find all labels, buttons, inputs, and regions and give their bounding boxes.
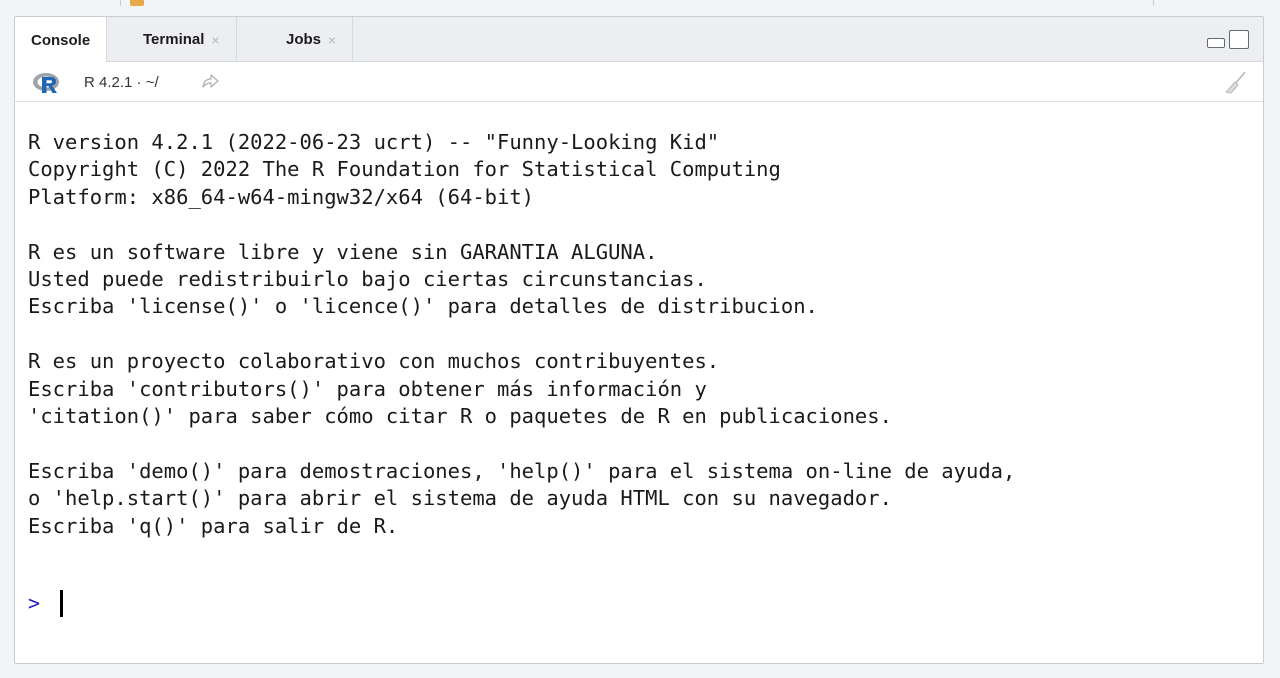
maximize-icon[interactable] (1229, 30, 1249, 49)
console-line: Platform: x86_64-w64-mingw32/x64 (64-bit… (28, 184, 535, 209)
console-line: Escriba 'q()' para salir de R. (28, 513, 399, 538)
tab-jobs[interactable]: Jobs × (270, 17, 354, 62)
pane-divider (120, 0, 121, 6)
close-icon[interactable]: × (328, 32, 336, 48)
tab-console-label: Console (31, 31, 91, 49)
tab-console[interactable]: Console (15, 17, 108, 63)
go-to-directory-icon[interactable] (201, 73, 219, 89)
console-pane: Console Terminal × Jobs × R 4.2.1 · ~/ R… (14, 16, 1264, 664)
console-line: Escriba 'contributors()' para obtener má… (28, 376, 707, 401)
minimize-icon[interactable] (1207, 38, 1225, 48)
broom-icon[interactable] (1225, 70, 1247, 94)
console-line: 'citation()' para saber cómo citar R o p… (28, 404, 892, 429)
console-line: R version 4.2.1 (2022-06-23 ucrt) -- "Fu… (28, 130, 720, 154)
console-line: Usted puede redistribuirlo bajo ciertas … (28, 267, 707, 292)
close-icon[interactable]: × (211, 32, 219, 48)
console-line: Escriba 'license()' o 'licence()' para d… (28, 294, 818, 319)
console-body[interactable]: R version 4.2.1 (2022-06-23 ucrt) -- "Fu… (15, 102, 1263, 663)
r-logo-icon (33, 73, 59, 93)
console-output: R version 4.2.1 (2022-06-23 ucrt) -- "Fu… (28, 129, 1015, 540)
console-input[interactable]: > (28, 589, 63, 617)
console-line: R es un proyecto colaborativo con muchos… (28, 349, 720, 374)
console-line: R es un software libre y viene sin GARAN… (28, 239, 658, 264)
window-controls (1207, 30, 1249, 49)
tab-terminal-label: Terminal (143, 31, 205, 48)
pane-tabbar: Console Terminal × Jobs × (15, 17, 1263, 63)
console-line: Copyright (C) 2022 The R Foundation for … (28, 157, 781, 182)
console-prompt: > (28, 591, 41, 615)
tab-jobs-label: Jobs (286, 31, 322, 48)
console-toolbar: R 4.2.1 · ~/ (15, 62, 1263, 102)
top-pane-edge (0, 0, 1280, 8)
tab-terminal[interactable]: Terminal × (127, 17, 237, 62)
file-icon (130, 0, 144, 6)
text-cursor (60, 589, 63, 617)
pane-divider (1153, 0, 1154, 6)
r-version-path: R 4.2.1 · ~/ (84, 74, 159, 91)
console-line: Escriba 'demo()' para demostraciones, 'h… (28, 458, 1016, 483)
console-line: o 'help.start()' para abrir el sistema d… (28, 486, 892, 511)
